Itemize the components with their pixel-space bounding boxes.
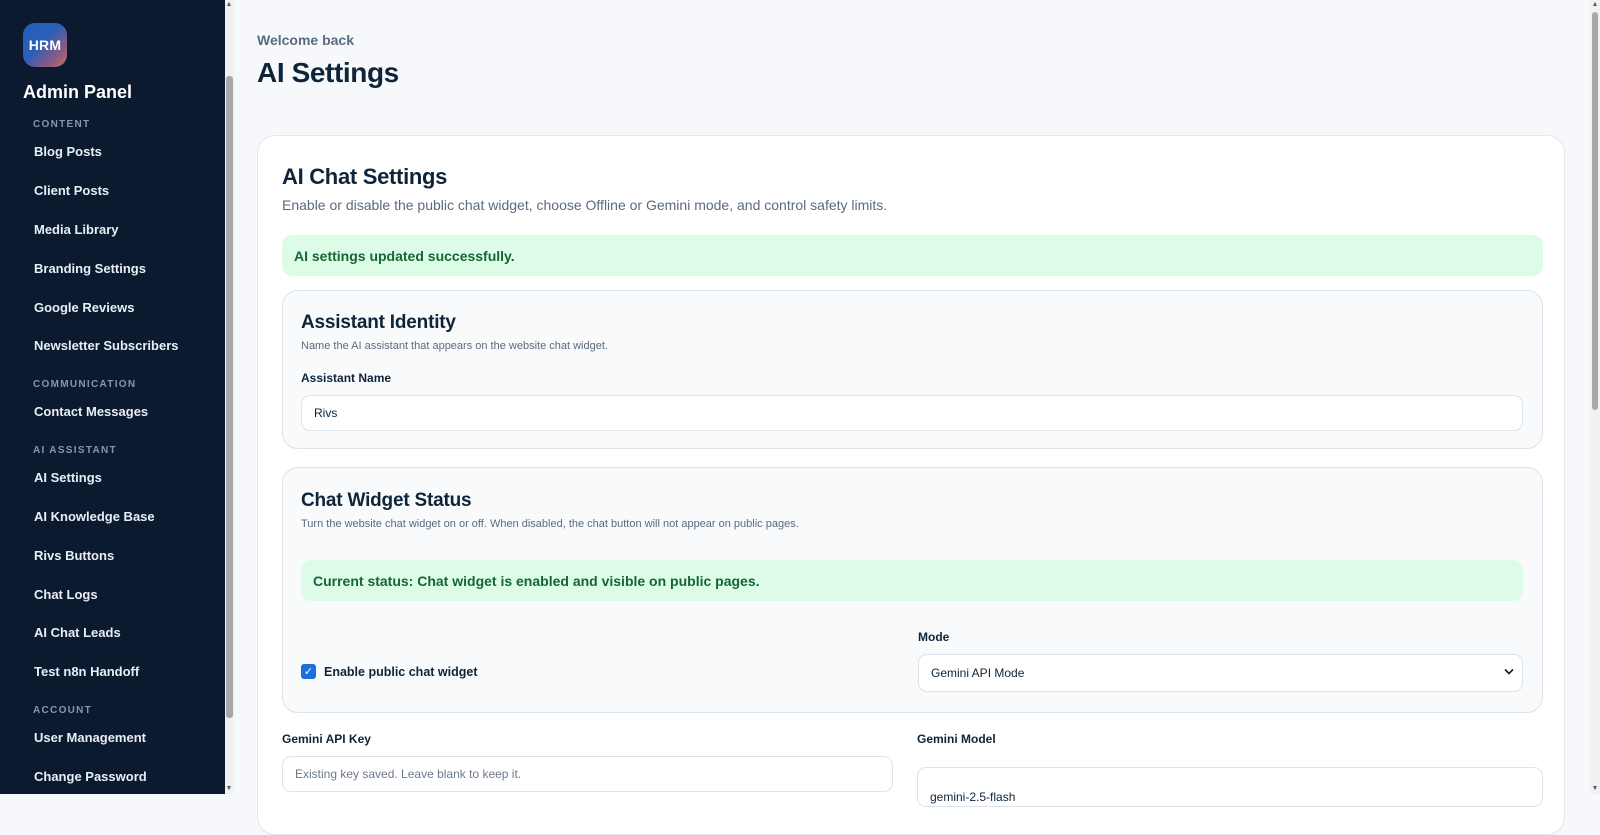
assistant-identity-description: Name the AI assistant that appears on th…: [301, 340, 608, 352]
success-alert-text: AI settings updated successfully.: [294, 247, 515, 264]
assistant-name-input[interactable]: Rivs: [301, 395, 1523, 431]
scroll-down-arrow-icon[interactable]: ▼: [225, 785, 233, 793]
card-title: AI Chat Settings: [282, 164, 448, 189]
brand-logo[interactable]: HRM: [23, 23, 67, 67]
gemini-model-label: Gemini Model: [917, 732, 996, 746]
gemini-model-input[interactable]: gemini-2.5-flash: [917, 767, 1543, 807]
assistant-identity-panel: Assistant Identity Name the AI assistant…: [282, 290, 1543, 449]
main-content: Welcome back AI Settings AI Chat Setting…: [234, 0, 1590, 835]
sidebar-item-ai-knowledge-base[interactable]: AI Knowledge Base: [34, 509, 155, 524]
success-alert: AI settings updated successfully.: [282, 235, 1543, 276]
sidebar: HRM Admin Panel CONTENT Blog Posts Clien…: [0, 0, 225, 794]
logo-text: HRM: [28, 37, 62, 53]
card-description: Enable or disable the public chat widget…: [282, 197, 888, 213]
sidebar-item-branding-settings[interactable]: Branding Settings: [34, 261, 146, 276]
sidebar-item-ai-chat-leads[interactable]: AI Chat Leads: [34, 625, 121, 640]
scroll-up-arrow-icon[interactable]: ▲: [225, 1, 233, 9]
chat-widget-status-panel: Chat Widget Status Turn the website chat…: [282, 467, 1543, 713]
sidebar-item-user-management[interactable]: User Management: [34, 730, 146, 745]
page-scroll-down-arrow-icon[interactable]: ▼: [1591, 785, 1599, 793]
sidebar-title: Admin Panel: [23, 82, 133, 102]
enable-widget-label[interactable]: Enable public chat widget: [324, 665, 478, 679]
widget-status-alert-text: Current status: Chat widget is enabled a…: [313, 572, 760, 589]
sidebar-item-google-reviews[interactable]: Google Reviews: [34, 300, 134, 315]
sidebar-scrollbar[interactable]: ▲ ▼: [225, 0, 234, 794]
sidebar-item-ai-settings[interactable]: AI Settings: [34, 470, 102, 485]
nav-section-content: CONTENT: [33, 119, 91, 130]
page-scrollbar-thumb[interactable]: [1592, 12, 1598, 410]
sidebar-scrollbar-thumb[interactable]: [226, 76, 233, 718]
widget-status-alert: Current status: Chat widget is enabled a…: [301, 560, 1523, 601]
page-title: AI Settings: [257, 57, 399, 88]
gemini-api-key-input[interactable]: Existing key saved. Leave blank to keep …: [282, 756, 893, 792]
assistant-name-label: Assistant Name: [301, 371, 392, 385]
assistant-name-value: Rivs: [314, 406, 338, 420]
nav-section-communication: COMMUNICATION: [33, 379, 137, 390]
sidebar-item-test-n8n-handoff[interactable]: Test n8n Handoff: [34, 664, 139, 679]
nav-section-account: ACCOUNT: [33, 705, 93, 716]
page-scrollbar[interactable]: ▲ ▼: [1590, 0, 1600, 794]
enable-widget-checkbox[interactable]: ✓: [301, 664, 316, 679]
chevron-down-icon: [1504, 668, 1514, 679]
sidebar-item-contact-messages[interactable]: Contact Messages: [34, 404, 148, 419]
sidebar-item-chat-logs[interactable]: Chat Logs: [34, 587, 98, 602]
mode-select[interactable]: Gemini API Mode: [918, 654, 1523, 692]
mode-label: Mode: [918, 630, 950, 644]
ai-chat-settings-card: AI Chat Settings Enable or disable the p…: [257, 135, 1565, 835]
sidebar-item-client-posts[interactable]: Client Posts: [34, 183, 109, 198]
sidebar-item-newsletter-subscribers[interactable]: Newsletter Subscribers: [34, 338, 179, 353]
mode-select-value: Gemini API Mode: [931, 666, 1025, 680]
sidebar-item-rivs-buttons[interactable]: Rivs Buttons: [34, 548, 114, 563]
chat-widget-status-description: Turn the website chat widget on or off. …: [301, 518, 799, 530]
gemini-api-key-placeholder: Existing key saved. Leave blank to keep …: [295, 767, 522, 781]
gemini-model-value: gemini-2.5-flash: [930, 790, 1016, 804]
assistant-identity-title: Assistant Identity: [301, 312, 456, 333]
chat-widget-status-title: Chat Widget Status: [301, 490, 472, 511]
sidebar-item-blog-posts[interactable]: Blog Posts: [34, 144, 102, 159]
sidebar-item-change-password[interactable]: Change Password: [34, 769, 147, 784]
welcome-text: Welcome back: [257, 32, 355, 48]
sidebar-item-media-library[interactable]: Media Library: [34, 222, 119, 237]
gemini-api-key-label: Gemini API Key: [282, 732, 371, 746]
page-scroll-up-arrow-icon[interactable]: ▲: [1591, 1, 1599, 9]
nav-section-ai-assistant: AI ASSISTANT: [33, 445, 117, 456]
checkmark-icon: ✓: [303, 666, 314, 678]
